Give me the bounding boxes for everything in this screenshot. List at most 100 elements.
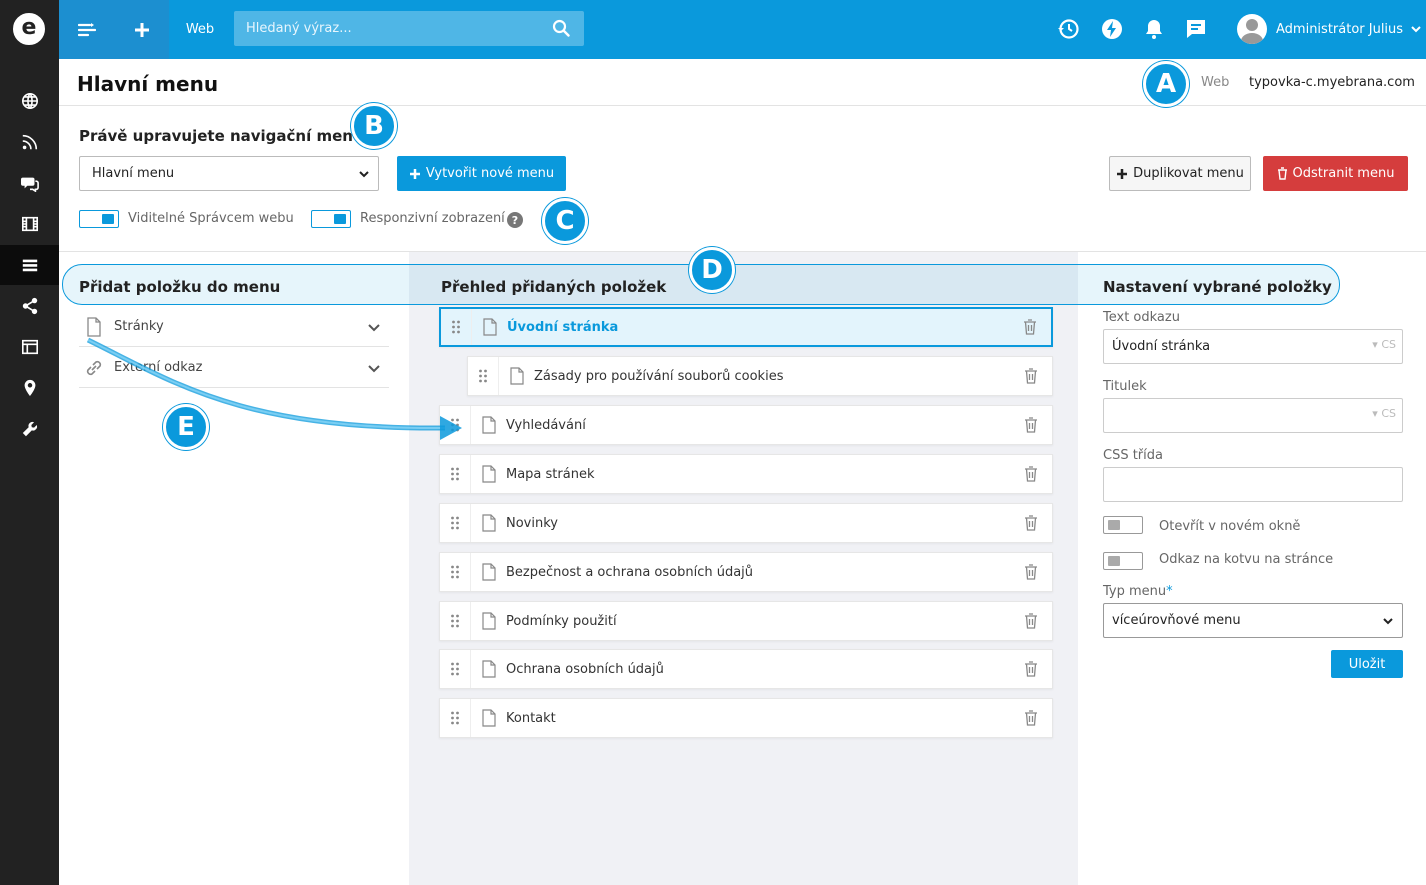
page-icon <box>510 367 524 385</box>
map-pin-icon[interactable] <box>0 368 59 408</box>
drag-handle[interactable] <box>441 309 472 345</box>
bell-icon[interactable] <box>1142 17 1166 41</box>
rss-icon[interactable] <box>0 122 59 162</box>
page-icon <box>482 660 496 678</box>
chevron-down-icon <box>368 323 380 331</box>
trash-icon <box>1277 167 1287 180</box>
drag-handle[interactable] <box>440 602 471 640</box>
user-menu[interactable]: Administrátor Julius <box>1237 12 1423 46</box>
callout-badge-e: E <box>163 404 209 450</box>
comments-icon[interactable] <box>0 163 59 203</box>
trash-icon[interactable] <box>1024 368 1038 384</box>
chevron-down-icon <box>368 364 380 372</box>
menu-item-row[interactable]: Podmínky použití <box>439 601 1053 641</box>
drag-handle[interactable] <box>440 699 471 737</box>
link-text-input[interactable]: Úvodní stránka ▾ CS <box>1103 329 1403 364</box>
top-bar: Web Administrátor Julius <box>59 0 1426 59</box>
web-link[interactable]: Web <box>169 0 231 59</box>
avatar <box>1237 14 1267 44</box>
save-button[interactable]: Uložit <box>1331 650 1403 678</box>
trash-icon[interactable] <box>1023 319 1037 335</box>
menu-lines-icon[interactable] <box>0 245 59 285</box>
css-class-label: CSS třída <box>1103 448 1163 463</box>
create-menu-button[interactable]: Vytvořit nové menu <box>397 156 566 191</box>
drag-handle[interactable] <box>440 650 471 688</box>
drag-handle[interactable] <box>440 406 471 444</box>
menu-item-row[interactable]: Kontakt <box>439 698 1053 738</box>
duplicate-menu-button[interactable]: Duplikovat menu <box>1109 156 1251 191</box>
menu-type-label: Typ menu* <box>1103 584 1173 599</box>
responsive-toggle[interactable] <box>311 210 351 228</box>
anchor-link-label: Odkaz na kotvu na stránce <box>1159 552 1334 567</box>
menu-item-label: Novinky <box>506 515 558 531</box>
film-icon[interactable] <box>0 204 59 244</box>
trash-icon[interactable] <box>1024 417 1038 433</box>
anchor-link-toggle[interactable] <box>1103 552 1143 570</box>
share-icon[interactable] <box>0 286 59 326</box>
menu-item-row[interactable]: Mapa stránek <box>439 454 1053 494</box>
language-tag[interactable]: ▾ CS <box>1372 407 1396 420</box>
globe-icon[interactable] <box>0 81 59 121</box>
search-input[interactable] <box>234 11 534 46</box>
menu-item-row[interactable]: Vyhledávání <box>439 405 1053 445</box>
menu-item-label: Mapa stránek <box>506 466 595 482</box>
plus-icon <box>409 168 420 179</box>
visible-by-admin-toggle[interactable] <box>79 210 119 228</box>
trash-icon[interactable] <box>1024 613 1038 629</box>
menu-item-row[interactable]: Zásady pro používání souborů cookies <box>467 356 1053 396</box>
page-title: Hlavní menu <box>77 72 219 96</box>
page-icon <box>482 563 496 581</box>
web-label: Web <box>1201 75 1230 90</box>
history-icon[interactable] <box>1057 17 1081 41</box>
search-box <box>234 11 584 46</box>
menu-toggle-icon <box>78 22 96 36</box>
menu-item-row[interactable]: Úvodní stránka <box>439 307 1053 347</box>
layout-icon[interactable] <box>0 327 59 367</box>
drag-handle[interactable] <box>440 553 471 591</box>
overview-title: Přehled přidaných položek <box>441 278 667 296</box>
menu-select[interactable]: Hlavní menu <box>79 156 379 191</box>
css-class-input[interactable] <box>1103 467 1403 502</box>
drag-handle[interactable] <box>440 455 471 493</box>
add-pages-accordion[interactable]: Stránky <box>79 307 389 347</box>
callout-badge-d: D <box>689 247 735 293</box>
drag-handle[interactable] <box>468 357 499 395</box>
menu-type-select[interactable]: víceúrovňové menu <box>1103 603 1403 638</box>
menu-item-row[interactable]: Novinky <box>439 503 1053 543</box>
messages-icon[interactable] <box>1184 17 1208 41</box>
lightning-icon[interactable] <box>1100 17 1124 41</box>
trash-icon[interactable] <box>1024 564 1038 580</box>
add-button[interactable] <box>115 0 169 59</box>
drag-handle-icon <box>451 565 459 579</box>
domain-link[interactable]: typovka-c.myebrana.com <box>1249 75 1415 90</box>
menu-item-row[interactable]: Ochrana osobních údajů <box>439 649 1053 689</box>
drag-handle-icon <box>451 467 459 481</box>
search-icon[interactable] <box>552 19 570 37</box>
chevron-down-icon <box>1383 618 1393 625</box>
page-icon <box>482 514 496 532</box>
trash-icon[interactable] <box>1024 466 1038 482</box>
chevron-down-icon <box>359 171 369 178</box>
trash-icon[interactable] <box>1024 515 1038 531</box>
add-item-label: Externí odkaz <box>114 360 203 375</box>
menu-item-row[interactable]: Bezpečnost a ochrana osobních údajů <box>439 552 1053 592</box>
drag-handle[interactable] <box>440 504 471 542</box>
link-icon <box>86 360 102 375</box>
page-icon <box>482 709 496 727</box>
trash-icon[interactable] <box>1024 661 1038 677</box>
delete-menu-button[interactable]: Odstranit menu <box>1263 156 1408 191</box>
ebrana-logo[interactable]: e <box>13 13 45 45</box>
link-text-value: Úvodní stránka <box>1112 339 1211 354</box>
language-tag[interactable]: ▾ CS <box>1372 338 1396 351</box>
wrench-icon[interactable] <box>0 409 59 449</box>
page-icon <box>482 465 496 483</box>
add-item-label: Stránky <box>114 319 164 334</box>
trash-icon[interactable] <box>1024 710 1038 726</box>
add-external-link-accordion[interactable]: Externí odkaz <box>79 348 389 388</box>
help-icon[interactable]: ? <box>507 212 523 228</box>
menu-item-label: Zásady pro používání souborů cookies <box>534 368 784 384</box>
toggle-sidebar-button[interactable] <box>59 0 115 59</box>
open-new-window-toggle[interactable] <box>1103 516 1143 534</box>
title-input[interactable]: ▾ CS <box>1103 398 1403 433</box>
menu-item-label: Vyhledávání <box>506 417 586 433</box>
